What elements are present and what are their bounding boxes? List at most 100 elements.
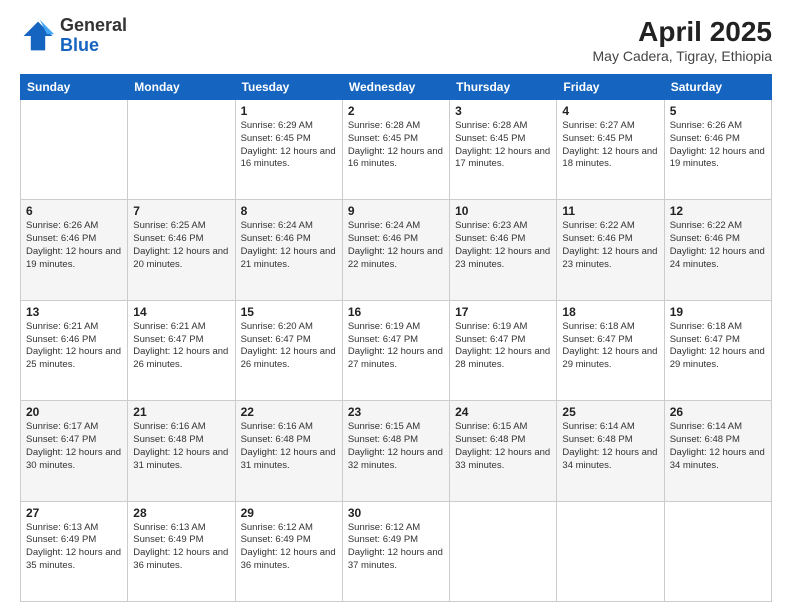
calendar-cell: 9Sunrise: 6:24 AM Sunset: 6:46 PM Daylig… <box>342 200 449 300</box>
day-info: Sunrise: 6:16 AM Sunset: 6:48 PM Dayligh… <box>241 421 337 472</box>
calendar-cell: 18 Sunrise: 6:18 AM Sunset: 6:47 PM Dayli… <box>557 300 664 400</box>
calendar-cell <box>450 501 557 601</box>
col-thursday: Thursday <box>450 75 557 100</box>
calendar-week-row: 13 Sunrise: 6:21 AM Sunset: 6:46 PM Dayli… <box>21 300 772 400</box>
calendar-cell: 7Sunrise: 6:25 AM Sunset: 6:46 PM Daylig… <box>128 200 235 300</box>
day-number: 10 <box>455 204 551 218</box>
day-number: 26 <box>670 405 766 419</box>
day-info: Sunrise: 6:26 AM Sunset: 6:46 PM Dayligh… <box>670 120 766 171</box>
day-info: Sunrise: 6:19 AM Sunset: 6:47 PM Dayligh… <box>348 321 444 372</box>
day-number: 21 <box>133 405 229 419</box>
day-info: Sunrise: 6:22 AM Sunset: 6:46 PM Dayligh… <box>670 220 766 271</box>
day-number: 6 <box>26 204 122 218</box>
calendar-cell: 17 Sunrise: 6:19 AM Sunset: 6:47 PM Dayli… <box>450 300 557 400</box>
day-info: Sunrise: 6:28 AM Sunset: 6:45 PM Dayligh… <box>455 120 551 171</box>
day-info: Sunrise: 6:15 AM Sunset: 6:48 PM Dayligh… <box>455 421 551 472</box>
day-number: 12 <box>670 204 766 218</box>
day-info: Sunrise: 6:16 AM Sunset: 6:48 PM Dayligh… <box>133 421 229 472</box>
calendar-cell: 21 Sunrise: 6:16 AM Sunset: 6:48 PM Dayli… <box>128 401 235 501</box>
col-friday: Friday <box>557 75 664 100</box>
title-block: April 2025 May Cadera, Tigray, Ethiopia <box>593 16 773 64</box>
day-info: Sunrise: 6:13 AM Sunset: 6:49 PM Dayligh… <box>26 522 122 573</box>
calendar-cell: 24 Sunrise: 6:15 AM Sunset: 6:48 PM Dayli… <box>450 401 557 501</box>
calendar-week-row: 20 Sunrise: 6:17 AM Sunset: 6:47 PM Dayli… <box>21 401 772 501</box>
calendar-week-row: 27 Sunrise: 6:13 AM Sunset: 6:49 PM Dayli… <box>21 501 772 601</box>
day-number: 1 <box>241 104 337 118</box>
day-number: 24 <box>455 405 551 419</box>
logo: General Blue <box>20 16 127 56</box>
day-info: Sunrise: 6:13 AM Sunset: 6:49 PM Dayligh… <box>133 522 229 573</box>
calendar-cell: 27 Sunrise: 6:13 AM Sunset: 6:49 PM Dayli… <box>21 501 128 601</box>
day-number: 17 <box>455 305 551 319</box>
calendar-cell: 12 Sunrise: 6:22 AM Sunset: 6:46 PM Dayli… <box>664 200 771 300</box>
calendar-cell: 10 Sunrise: 6:23 AM Sunset: 6:46 PM Dayli… <box>450 200 557 300</box>
calendar-cell: 22 Sunrise: 6:16 AM Sunset: 6:48 PM Dayli… <box>235 401 342 501</box>
day-number: 16 <box>348 305 444 319</box>
col-sunday: Sunday <box>21 75 128 100</box>
day-info: Sunrise: 6:19 AM Sunset: 6:47 PM Dayligh… <box>455 321 551 372</box>
day-number: 29 <box>241 506 337 520</box>
calendar-header-row: Sunday Monday Tuesday Wednesday Thursday… <box>21 75 772 100</box>
day-info: Sunrise: 6:27 AM Sunset: 6:45 PM Dayligh… <box>562 120 658 171</box>
day-number: 27 <box>26 506 122 520</box>
calendar-cell: 16 Sunrise: 6:19 AM Sunset: 6:47 PM Dayli… <box>342 300 449 400</box>
day-info: Sunrise: 6:12 AM Sunset: 6:49 PM Dayligh… <box>348 522 444 573</box>
calendar-cell: 13 Sunrise: 6:21 AM Sunset: 6:46 PM Dayli… <box>21 300 128 400</box>
calendar-cell: 5Sunrise: 6:26 AM Sunset: 6:46 PM Daylig… <box>664 100 771 200</box>
day-number: 13 <box>26 305 122 319</box>
day-info: Sunrise: 6:18 AM Sunset: 6:47 PM Dayligh… <box>670 321 766 372</box>
calendar-body: 1 Sunrise: 6:29 AM Sunset: 6:45 PM Daylig… <box>21 100 772 602</box>
calendar-cell: 25Sunrise: 6:14 AM Sunset: 6:48 PM Dayli… <box>557 401 664 501</box>
day-info: Sunrise: 6:18 AM Sunset: 6:47 PM Dayligh… <box>562 321 658 372</box>
day-number: 4 <box>562 104 658 118</box>
calendar-week-row: 1 Sunrise: 6:29 AM Sunset: 6:45 PM Daylig… <box>21 100 772 200</box>
calendar-cell: 20 Sunrise: 6:17 AM Sunset: 6:47 PM Dayli… <box>21 401 128 501</box>
calendar-cell: 3Sunrise: 6:28 AM Sunset: 6:45 PM Daylig… <box>450 100 557 200</box>
calendar-cell: 11Sunrise: 6:22 AM Sunset: 6:46 PM Dayli… <box>557 200 664 300</box>
day-info: Sunrise: 6:22 AM Sunset: 6:46 PM Dayligh… <box>562 220 658 271</box>
day-info: Sunrise: 6:17 AM Sunset: 6:47 PM Dayligh… <box>26 421 122 472</box>
logo-icon <box>20 18 56 54</box>
col-tuesday: Tuesday <box>235 75 342 100</box>
day-info: Sunrise: 6:28 AM Sunset: 6:45 PM Dayligh… <box>348 120 444 171</box>
calendar-cell: 23Sunrise: 6:15 AM Sunset: 6:48 PM Dayli… <box>342 401 449 501</box>
day-info: Sunrise: 6:23 AM Sunset: 6:46 PM Dayligh… <box>455 220 551 271</box>
day-info: Sunrise: 6:21 AM Sunset: 6:47 PM Dayligh… <box>133 321 229 372</box>
calendar-cell: 29Sunrise: 6:12 AM Sunset: 6:49 PM Dayli… <box>235 501 342 601</box>
day-number: 23 <box>348 405 444 419</box>
day-number: 28 <box>133 506 229 520</box>
calendar-cell <box>664 501 771 601</box>
day-number: 2 <box>348 104 444 118</box>
day-number: 19 <box>670 305 766 319</box>
calendar-cell: 2 Sunrise: 6:28 AM Sunset: 6:45 PM Daylig… <box>342 100 449 200</box>
day-number: 18 <box>562 305 658 319</box>
day-info: Sunrise: 6:29 AM Sunset: 6:45 PM Dayligh… <box>241 120 337 171</box>
day-info: Sunrise: 6:21 AM Sunset: 6:46 PM Dayligh… <box>26 321 122 372</box>
logo-text: General Blue <box>60 16 127 56</box>
calendar-title: April 2025 <box>593 16 773 48</box>
header: General Blue April 2025 May Cadera, Tigr… <box>20 16 772 64</box>
col-monday: Monday <box>128 75 235 100</box>
day-number: 7 <box>133 204 229 218</box>
calendar-cell <box>557 501 664 601</box>
day-number: 9 <box>348 204 444 218</box>
calendar-cell: 4 Sunrise: 6:27 AM Sunset: 6:45 PM Daylig… <box>557 100 664 200</box>
day-info: Sunrise: 6:24 AM Sunset: 6:46 PM Dayligh… <box>241 220 337 271</box>
calendar-cell: 6 Sunrise: 6:26 AM Sunset: 6:46 PM Daylig… <box>21 200 128 300</box>
day-number: 25 <box>562 405 658 419</box>
logo-general: General <box>60 16 127 36</box>
day-number: 15 <box>241 305 337 319</box>
day-number: 20 <box>26 405 122 419</box>
calendar-cell: 1 Sunrise: 6:29 AM Sunset: 6:45 PM Daylig… <box>235 100 342 200</box>
page: General Blue April 2025 May Cadera, Tigr… <box>0 0 792 612</box>
day-number: 22 <box>241 405 337 419</box>
day-info: Sunrise: 6:26 AM Sunset: 6:46 PM Dayligh… <box>26 220 122 271</box>
day-number: 30 <box>348 506 444 520</box>
calendar-subtitle: May Cadera, Tigray, Ethiopia <box>593 48 773 64</box>
calendar-cell: 28 Sunrise: 6:13 AM Sunset: 6:49 PM Dayli… <box>128 501 235 601</box>
day-info: Sunrise: 6:14 AM Sunset: 6:48 PM Dayligh… <box>670 421 766 472</box>
calendar-cell <box>21 100 128 200</box>
logo-blue: Blue <box>60 36 127 56</box>
calendar-cell: 15Sunrise: 6:20 AM Sunset: 6:47 PM Dayli… <box>235 300 342 400</box>
calendar-cell: 26 Sunrise: 6:14 AM Sunset: 6:48 PM Dayli… <box>664 401 771 501</box>
